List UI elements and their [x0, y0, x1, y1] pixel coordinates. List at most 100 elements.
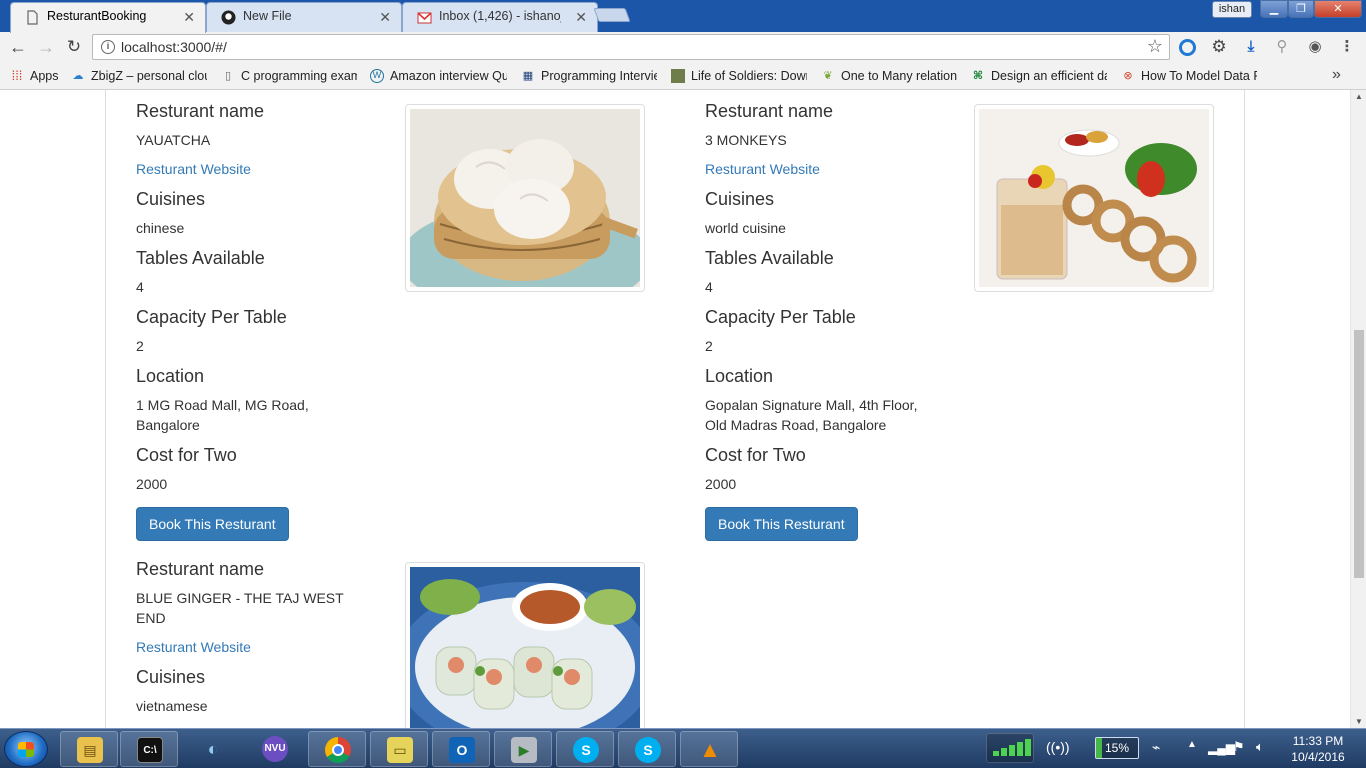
- tab-resturant-booking[interactable]: ResturantBooking ✕: [10, 2, 206, 33]
- bookmark-zbigz[interactable]: ☁ ZbigZ – personal clou: [71, 68, 207, 84]
- forward-arrow-icon[interactable]: →: [36, 37, 56, 57]
- start-button[interactable]: [4, 731, 48, 767]
- book-restaurant-button[interactable]: Book This Resturant: [705, 507, 858, 541]
- taskbar-explorer[interactable]: ▤: [60, 731, 118, 767]
- maximize-button[interactable]: ❐: [1288, 0, 1314, 18]
- cuisine-value: chinese: [136, 218, 376, 238]
- vlc-cone-icon: ▲: [697, 737, 723, 763]
- bookmark-one-to-many[interactable]: ❦ One to Many relation: [821, 68, 957, 84]
- record-extension-icon[interactable]: ◉: [1306, 38, 1324, 56]
- taskbar-vlc[interactable]: ▲: [680, 731, 738, 767]
- taskbar-sticky-notes[interactable]: ▭: [370, 731, 428, 767]
- restaurant-name: BLUE GINGER - THE TAJ WEST END: [136, 588, 376, 628]
- skype-icon: S: [573, 737, 599, 763]
- taskbar-nvu[interactable]: NVU: [246, 731, 304, 767]
- wireless-icon[interactable]: ((•)): [1046, 739, 1070, 755]
- restaurant-thumbnail: [405, 104, 645, 292]
- restaurant-card: Resturant name 3 MONKEYS Resturant Websi…: [705, 100, 1225, 541]
- chrome-icon: [325, 737, 351, 763]
- container-border-left: [105, 90, 106, 728]
- bookmark-apps[interactable]: ⁞⁞⁞ Apps: [10, 68, 65, 84]
- battery-indicator[interactable]: 15%: [1095, 737, 1139, 759]
- tab-label: ResturantBooking: [47, 3, 169, 30]
- cost-heading: Cost for Two: [705, 444, 1225, 474]
- close-window-button[interactable]: ✕: [1314, 0, 1362, 18]
- apps-grid-icon: ⁞⁞⁞: [10, 69, 24, 83]
- info-icon[interactable]: i: [101, 40, 115, 54]
- signal-bars-icon[interactable]: ▂▄▆: [1208, 741, 1235, 755]
- tab-close-icon[interactable]: ✕: [575, 4, 587, 31]
- download-icon[interactable]: ⤓: [1242, 38, 1260, 56]
- address-bar[interactable]: i localhost:3000/#/ ☆: [92, 34, 1170, 60]
- new-tab-button[interactable]: [593, 8, 630, 22]
- taskbar-chrome[interactable]: [308, 731, 366, 767]
- bookmark-label: Amazon interview Qu: [390, 69, 507, 83]
- bookmark-label: Life of Soldiers: Down: [691, 69, 807, 83]
- gmail-icon: [417, 10, 432, 25]
- vertical-scrollbar[interactable]: ▲ ▼: [1350, 90, 1366, 728]
- bookmark-life-of-soldiers[interactable]: Life of Soldiers: Down: [671, 68, 807, 84]
- tab-label: New File: [243, 3, 365, 30]
- restaurant-thumbnail: [405, 562, 645, 728]
- github-icon: [221, 10, 236, 25]
- leaf-icon: ❦: [821, 69, 835, 83]
- restaurant-card: Resturant name YAUATCHA Resturant Websit…: [136, 100, 656, 541]
- volume-icon[interactable]: 🔈︎: [1256, 739, 1264, 755]
- location-heading: Location: [705, 365, 1225, 395]
- battery-percent: 15%: [1105, 741, 1129, 755]
- taskbar-cmd[interactable]: C:\: [120, 731, 178, 767]
- battery-fill: [1096, 738, 1102, 758]
- bookmark-design-efficient[interactable]: ⌘ Design an efficient da: [971, 68, 1107, 84]
- image-icon: [671, 69, 685, 83]
- gear-icon[interactable]: ⚙: [1210, 38, 1228, 56]
- tab-inbox[interactable]: Inbox (1,426) - ishanojha ✕: [402, 2, 598, 32]
- tab-close-icon[interactable]: ✕: [379, 4, 391, 31]
- spring-rolls-photo: [410, 567, 640, 728]
- bookmark-c-programming[interactable]: ▯ C programming exam: [221, 68, 357, 84]
- profile-badge[interactable]: ishan: [1212, 1, 1252, 18]
- wordpress-icon: W: [370, 69, 384, 83]
- taskbar-skype[interactable]: S: [556, 731, 614, 767]
- power-plug-icon[interactable]: ⌁: [1152, 739, 1160, 756]
- taskbar-skype[interactable]: S: [618, 731, 676, 767]
- taskbar-outlook[interactable]: O: [432, 731, 490, 767]
- more-bookmarks-icon[interactable]: »: [1332, 66, 1341, 84]
- page-viewport: Resturant name YAUATCHA Resturant Websit…: [0, 90, 1350, 728]
- cuisine-value: vietnamese: [136, 696, 376, 716]
- location-heading: Location: [136, 365, 656, 395]
- gg-icon: ⌘: [971, 69, 985, 83]
- system-clock[interactable]: 11:33 PM 10/4/2016: [1280, 733, 1356, 765]
- bookmark-amazon-interview[interactable]: W Amazon interview Qu: [370, 68, 507, 84]
- network-meter[interactable]: [986, 733, 1034, 763]
- scroll-up-arrow-icon[interactable]: ▲: [1355, 92, 1363, 101]
- bookmark-label: One to Many relation: [841, 69, 957, 83]
- back-arrow-icon[interactable]: ←: [8, 37, 28, 57]
- tab-close-icon[interactable]: ✕: [183, 4, 195, 31]
- bookmark-label: Programming Intervie: [541, 69, 657, 83]
- browser-toolbar: ← → ↻ i localhost:3000/#/ ☆ ⚙ ⤓ ⚲ ◉ ⋮: [0, 32, 1366, 62]
- menu-dots-icon[interactable]: ⋮: [1338, 38, 1356, 56]
- scroll-down-arrow-icon[interactable]: ▼: [1355, 717, 1363, 726]
- bookmark-how-to-model[interactable]: ⊗ How To Model Data F: [1121, 68, 1257, 84]
- skype-icon: S: [635, 737, 661, 763]
- restaurant-name: YAUATCHA: [136, 130, 376, 150]
- capacity-value: 2: [705, 336, 945, 356]
- url-text[interactable]: localhost:3000/#/: [121, 39, 227, 55]
- action-center-flag-icon[interactable]: ⚑: [1233, 739, 1245, 755]
- tab-new-file[interactable]: New File ✕: [206, 2, 402, 32]
- cortana-extension-icon[interactable]: [1179, 39, 1196, 56]
- show-hidden-icons-arrow[interactable]: ▲: [1187, 739, 1197, 750]
- bookmark-label: ZbigZ – personal clou: [91, 69, 207, 83]
- windows-taskbar: ▤ C:\ ◐ NVU ▭ O ▶ S S ▲ ((•)) 15% ⌁ ▲ ▂▄…: [0, 728, 1366, 768]
- book-restaurant-button[interactable]: Book This Resturant: [136, 507, 289, 541]
- bookmark-star-icon[interactable]: ☆: [1147, 36, 1163, 57]
- bookmark-programming-interview[interactable]: ▦ Programming Intervie: [521, 68, 657, 84]
- taskbar-database[interactable]: ▶: [494, 731, 552, 767]
- reload-icon[interactable]: ↻: [64, 37, 84, 57]
- scrollbar-thumb[interactable]: [1354, 330, 1364, 578]
- bookmarks-bar: ⁞⁞⁞ Apps ☁ ZbigZ – personal clou ▯ C pro…: [0, 62, 1366, 90]
- brush-extension-icon[interactable]: ⚲: [1273, 38, 1291, 56]
- clock-time: 11:33 PM: [1280, 733, 1356, 749]
- minimize-button[interactable]: ▁: [1260, 0, 1288, 18]
- taskbar-mysql-workbench[interactable]: ◐: [184, 731, 242, 767]
